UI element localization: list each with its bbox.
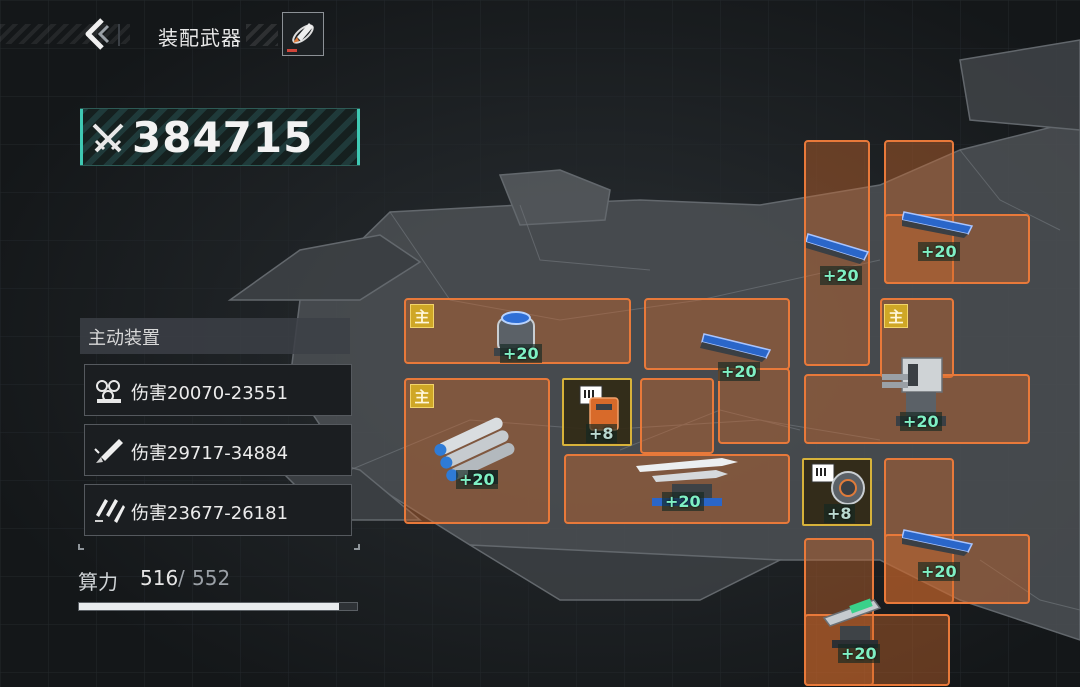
back-button[interactable] [80, 16, 114, 52]
crossed-swords-icon [92, 123, 124, 153]
ship-select-button[interactable] [282, 12, 324, 56]
main-badge: 主 [884, 304, 908, 328]
railgun-icon [902, 211, 974, 238]
active-item-missile[interactable]: 伤害29717-34884 [84, 424, 352, 476]
slot-level: +20 [838, 644, 880, 663]
top-bar: 装配武器 [0, 10, 340, 58]
main-badge: 主 [410, 384, 434, 408]
active-item-drones[interactable]: 伤害20070-23551 [84, 364, 352, 416]
slot-level: +20 [918, 562, 960, 581]
active-item-label: 伤害29717-34884 [131, 443, 289, 464]
railgun-icon [700, 333, 772, 362]
railgun-icon [902, 529, 974, 556]
title-separator [118, 24, 120, 46]
active-equipment-heading: 主动装置 [88, 328, 160, 349]
slot-level: +20 [456, 470, 498, 489]
slot-level: +8 [586, 424, 617, 443]
combat-power-value: 384715 [132, 113, 314, 162]
weapon-slot-8[interactable]: +20 [804, 357, 1030, 444]
title-stripe [246, 24, 278, 46]
power-border-left [80, 109, 83, 165]
rocket-icon [292, 23, 314, 44]
slot-level: +20 [918, 242, 960, 261]
weapon-slot-5-top[interactable] [640, 378, 714, 454]
railgun-icon [806, 233, 870, 264]
slot-level: +20 [718, 362, 760, 381]
drone-swarm-icon [96, 380, 121, 403]
compute-bar-fill [79, 603, 339, 610]
power-border-right [357, 109, 360, 165]
compute-used: 516 [140, 566, 179, 590]
weapon-slot-7-extension[interactable]: +20 [884, 211, 1030, 284]
special-slot-2[interactable]: +8 [802, 458, 872, 526]
combat-power: 384715 [80, 108, 360, 166]
weapon-slot-5[interactable]: +20 [564, 454, 790, 524]
weapon-slot-1[interactable]: 主 +20 [404, 298, 631, 364]
slot-level: +8 [824, 504, 855, 523]
active-equipment-header: 主动装置 [80, 318, 350, 354]
weapon-slot-11-extension[interactable]: +20 [804, 598, 950, 686]
panel-corner [354, 544, 360, 550]
main-badge: 主 [410, 304, 434, 328]
multi-missile-icon [95, 499, 125, 523]
compute-label: 算力 [78, 570, 118, 594]
page-title: 装配武器 [158, 26, 242, 50]
active-item-label: 伤害20070-23551 [131, 383, 289, 404]
slot-level: +20 [500, 344, 542, 363]
weapon-slot-10-extension[interactable]: +20 [884, 529, 1030, 604]
slot-level: +20 [900, 412, 942, 431]
active-item-label: 伤害23677-26181 [131, 503, 289, 524]
slot-level: +20 [820, 266, 862, 285]
ship-indicator [287, 49, 297, 52]
slot-level: +20 [662, 492, 704, 511]
panel-corner [78, 544, 84, 550]
compute-max: 552 [192, 566, 231, 590]
weapon-slot-6[interactable]: +20 [804, 140, 870, 366]
weapon-slot-3[interactable]: 主 +20 [404, 378, 550, 524]
compute-capacity: 算力 516 / 552 [78, 566, 360, 614]
engine-module-icon [811, 463, 865, 505]
missile-icon [94, 439, 123, 463]
special-slot-1[interactable]: +8 [562, 378, 632, 446]
compute-bar [78, 602, 358, 611]
active-item-multi-missile[interactable]: 伤害23677-26181 [84, 484, 352, 536]
back-arrow-icon [85, 18, 110, 50]
active-equipment-panel: 主动装置 伤害20070-23551 伤害29717-34884 伤害23677… [78, 318, 360, 550]
compute-slash: / [178, 566, 185, 590]
weapon-slot-2[interactable] [644, 298, 790, 370]
